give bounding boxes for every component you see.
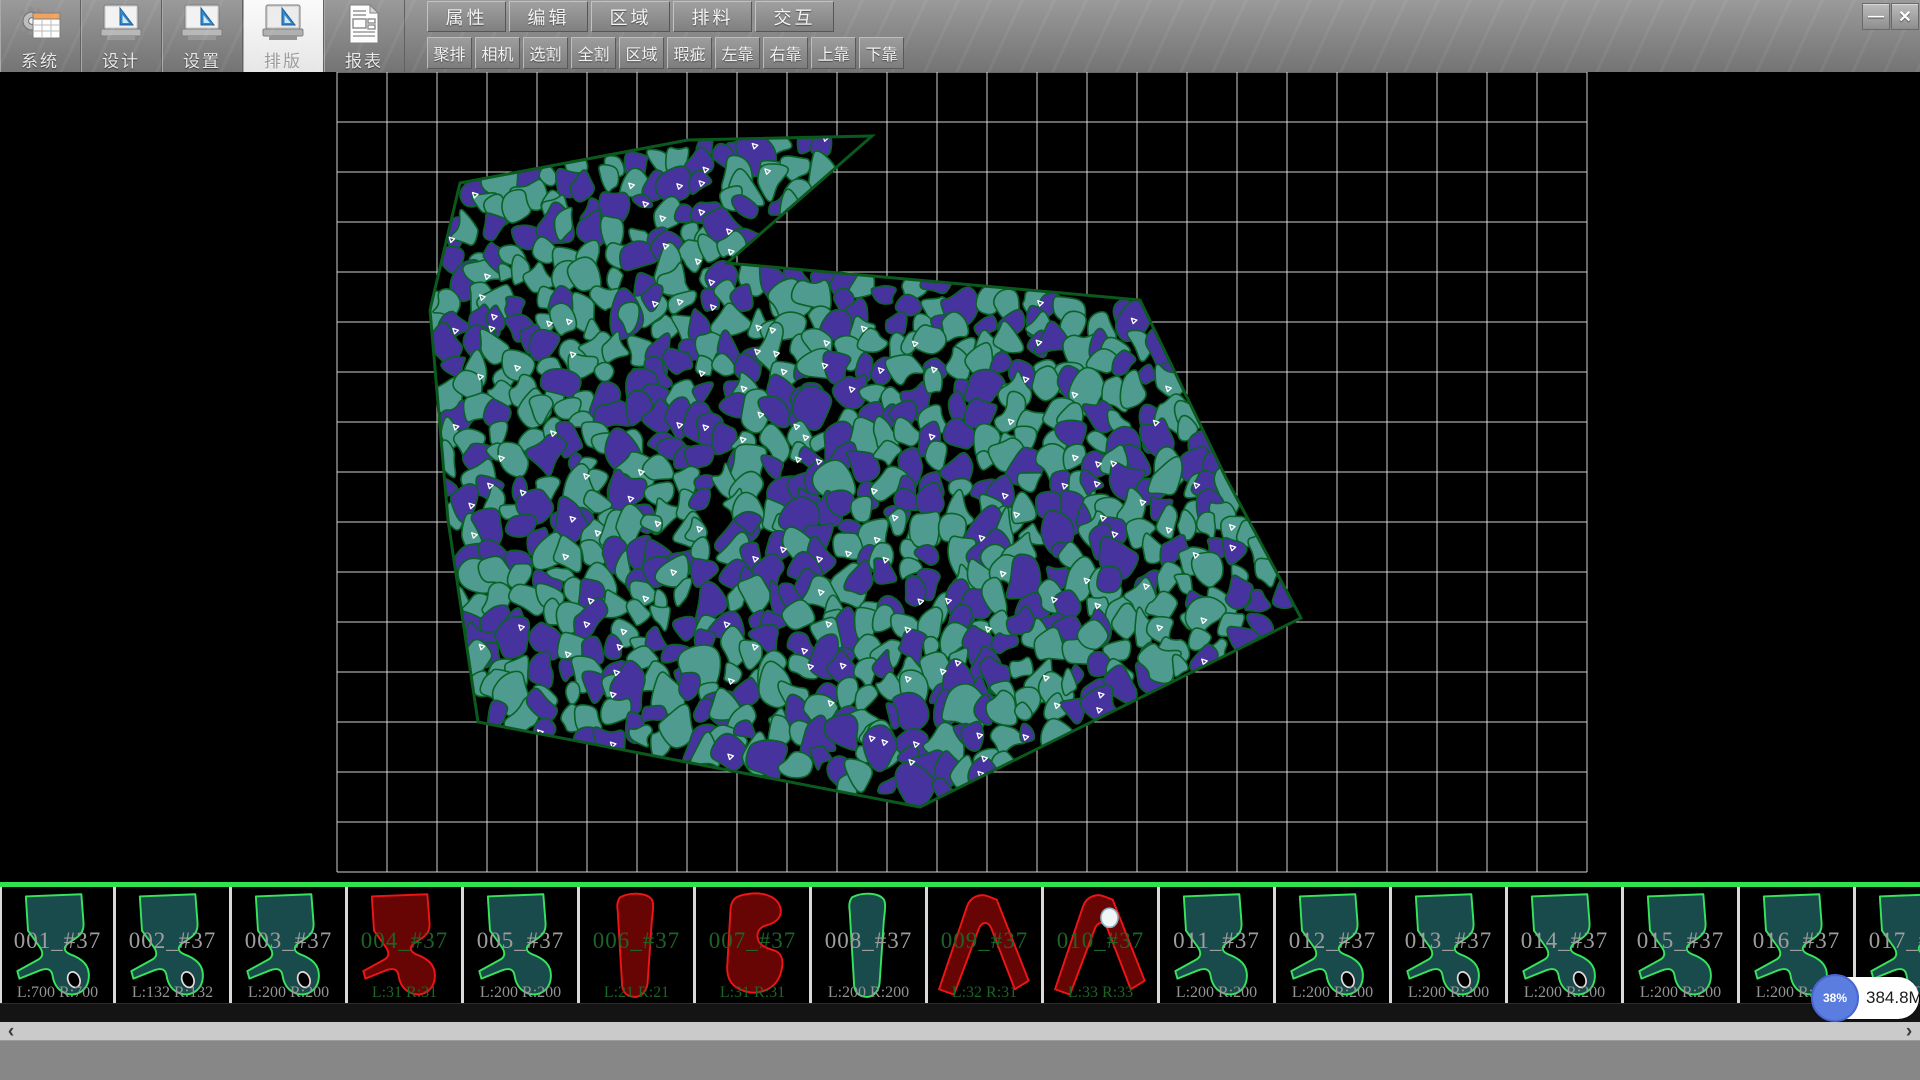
settings-ruler-icon bbox=[177, 3, 227, 47]
tool-button-7[interactable]: 左靠 bbox=[715, 37, 760, 69]
thumbnail-cell-002_#37[interactable]: 002_#37 L:132 R:132 bbox=[116, 887, 232, 1003]
tool-button-9[interactable]: 上靠 bbox=[811, 37, 856, 69]
system-gear-icon bbox=[15, 3, 65, 47]
thumbnail-cell-005_#37[interactable]: 005_#37 L:200 R:200 bbox=[464, 887, 580, 1003]
thumbnail-lr-count: L:200 R:200 bbox=[1276, 984, 1389, 1002]
thumbnail-cell-009_#37[interactable]: 009_#37 L:32 R:31 bbox=[928, 887, 1044, 1003]
tool-buttons: 聚排相机选割全割区域瑕疵左靠右靠上靠下靠 bbox=[427, 37, 904, 70]
thumbnail-cell-004_#37[interactable]: 004_#37 L:31 R:31 bbox=[348, 887, 464, 1003]
tool-button-10[interactable]: 下靠 bbox=[859, 37, 904, 69]
thumbnail-cell-014_#37[interactable]: 014_#37 L:200 R:200 bbox=[1508, 887, 1624, 1003]
thumbnail-lr-count: L:21 R:21 bbox=[580, 984, 693, 1002]
thumbnail-cell-011_#37[interactable]: 011_#37 L:200 R:200 bbox=[1160, 887, 1276, 1003]
thumbnail-label: 007_#37 bbox=[696, 928, 809, 954]
thumbnail-lr-count: L:200 R:200 bbox=[1624, 984, 1737, 1002]
horizontal-scrollbar[interactable]: ‹ › bbox=[0, 1022, 1920, 1041]
thumbnail-cell-012_#37[interactable]: 012_#37 L:200 R:200 bbox=[1276, 887, 1392, 1003]
menu-tab-1[interactable]: 属性 bbox=[427, 1, 506, 32]
thumbnail-label: 008_#37 bbox=[812, 928, 925, 954]
scroll-right-arrow-icon[interactable]: › bbox=[1900, 1022, 1918, 1040]
thumbnail-label: 009_#37 bbox=[928, 928, 1041, 954]
thumbnail-lr-count: L:200 R:200 bbox=[812, 984, 925, 1002]
thumbnail-label: 002_#37 bbox=[116, 928, 229, 954]
thumbnail-lr-count: L:200 R:200 bbox=[1508, 984, 1621, 1002]
piece-thumbnail-strip: 001_#37L:700 R:700002_#37L:132 R:132003_… bbox=[0, 887, 1920, 1004]
nav-layout-label: 排版 bbox=[264, 47, 302, 72]
layout-ruler-icon bbox=[258, 3, 308, 47]
nav-design-label: 设计 bbox=[102, 47, 140, 72]
nav-design-button[interactable]: 设计 bbox=[81, 0, 162, 72]
application-window: 系统 设计 设置 bbox=[0, 0, 1920, 1080]
nav-system-label: 系统 bbox=[21, 47, 59, 72]
thumbnail-cell-010_#37[interactable]: 010_#37 L:33 R:33 bbox=[1044, 887, 1160, 1003]
strip-lower-band bbox=[0, 1004, 1920, 1022]
thumbnail-cell-003_#37[interactable]: 003_#37 L:200 R:200 bbox=[232, 887, 348, 1003]
thumbnail-label: 016_#37 bbox=[1740, 928, 1853, 954]
thumbnail-label: 015_#37 bbox=[1624, 928, 1737, 954]
thumbnail-cell-001_#37[interactable]: 001_#37 L:700 R:700 bbox=[0, 887, 116, 1003]
tool-button-5[interactable]: 区域 bbox=[619, 37, 664, 69]
thumbnail-label: 014_#37 bbox=[1508, 928, 1621, 954]
main-toolbar: 系统 设计 设置 bbox=[0, 0, 1920, 72]
thumbnail-label: 017_#37 bbox=[1856, 928, 1920, 954]
minimize-button[interactable]: — bbox=[1862, 3, 1890, 30]
thumbnail-label: 013_#37 bbox=[1392, 928, 1505, 954]
nesting-view bbox=[0, 72, 1920, 882]
thumbnail-label: 005_#37 bbox=[464, 928, 577, 954]
thumbnail-label: 003_#37 bbox=[232, 928, 345, 954]
menu-tab-3[interactable]: 区域 bbox=[591, 1, 670, 32]
thumbnail-lr-count: L:700 R:700 bbox=[2, 984, 113, 1002]
tool-button-6[interactable]: 瑕疵 bbox=[667, 37, 712, 69]
thumbnail-lr-count: L:31 R:31 bbox=[696, 984, 809, 1002]
status-footer bbox=[0, 1041, 1920, 1080]
thumbnail-lr-count: L:200 R:200 bbox=[1160, 984, 1273, 1002]
thumbnail-lr-count: L:32 R:31 bbox=[928, 984, 1041, 1002]
report-document-icon bbox=[339, 3, 389, 47]
thumbnail-label: 006_#37 bbox=[580, 928, 693, 954]
thumbnail-label: 004_#37 bbox=[348, 928, 461, 954]
design-ruler-icon bbox=[96, 3, 146, 47]
thumbnail-lr-count: L:200 R:200 bbox=[232, 984, 345, 1002]
thumbnail-label: 001_#37 bbox=[2, 928, 113, 954]
thumbnail-cell-008_#37[interactable]: 008_#37 L:200 R:200 bbox=[812, 887, 928, 1003]
tool-button-2[interactable]: 相机 bbox=[475, 37, 520, 69]
nav-report-label: 报表 bbox=[345, 47, 383, 72]
thumbnail-lr-count: L:132 R:132 bbox=[116, 984, 229, 1002]
menu-tabs: 属性编辑区域排料交互 bbox=[427, 1, 834, 34]
thumbnail-lr-count: L:200 R:200 bbox=[464, 984, 577, 1002]
thumbnail-lr-count: L:33 R:33 bbox=[1044, 984, 1157, 1002]
thumbnail-cell-013_#37[interactable]: 013_#37 L:200 R:200 bbox=[1392, 887, 1508, 1003]
percent-indicator: 38% bbox=[1811, 974, 1859, 1022]
tool-button-3[interactable]: 选割 bbox=[523, 37, 568, 69]
thumbnail-lr-count: L:200 R:200 bbox=[1392, 984, 1505, 1002]
tool-button-8[interactable]: 右靠 bbox=[763, 37, 808, 69]
menu-tab-2[interactable]: 编辑 bbox=[509, 1, 588, 32]
close-button[interactable]: ✕ bbox=[1891, 3, 1919, 30]
nav-report-button[interactable]: 报表 bbox=[324, 0, 405, 72]
percent-value: 38% bbox=[1823, 991, 1847, 1005]
thumbnail-cell-007_#37[interactable]: 007_#37 L:31 R:31 bbox=[696, 887, 812, 1003]
thumbnail-cell-015_#37[interactable]: 015_#37 L:200 R:200 bbox=[1624, 887, 1740, 1003]
nav-system-button[interactable]: 系统 bbox=[0, 0, 81, 72]
thumbnail-label: 011_#37 bbox=[1160, 928, 1273, 954]
menu-tab-4[interactable]: 排料 bbox=[673, 1, 752, 32]
menu-tab-5[interactable]: 交互 bbox=[755, 1, 834, 32]
thumbnail-label: 010_#37 bbox=[1044, 928, 1157, 954]
thumbnail-label: 012_#37 bbox=[1276, 928, 1389, 954]
nav-settings-label: 设置 bbox=[183, 47, 221, 72]
thumbnail-cell-006_#37[interactable]: 006_#37 L:21 R:21 bbox=[580, 887, 696, 1003]
tool-button-1[interactable]: 聚排 bbox=[427, 37, 472, 69]
nesting-canvas[interactable] bbox=[0, 72, 1920, 882]
nav-layout-button[interactable]: 排版 bbox=[243, 0, 324, 72]
memory-value: 384.8M bbox=[1866, 977, 1920, 1019]
scroll-left-arrow-icon[interactable]: ‹ bbox=[2, 1022, 20, 1040]
nested-pieces bbox=[418, 121, 1302, 810]
thumbnail-lr-count: L:31 R:31 bbox=[348, 984, 461, 1002]
nav-settings-button[interactable]: 设置 bbox=[162, 0, 243, 72]
tool-button-4[interactable]: 全割 bbox=[571, 37, 616, 69]
memory-status-badge[interactable]: 38% 384.8M bbox=[1812, 977, 1919, 1019]
